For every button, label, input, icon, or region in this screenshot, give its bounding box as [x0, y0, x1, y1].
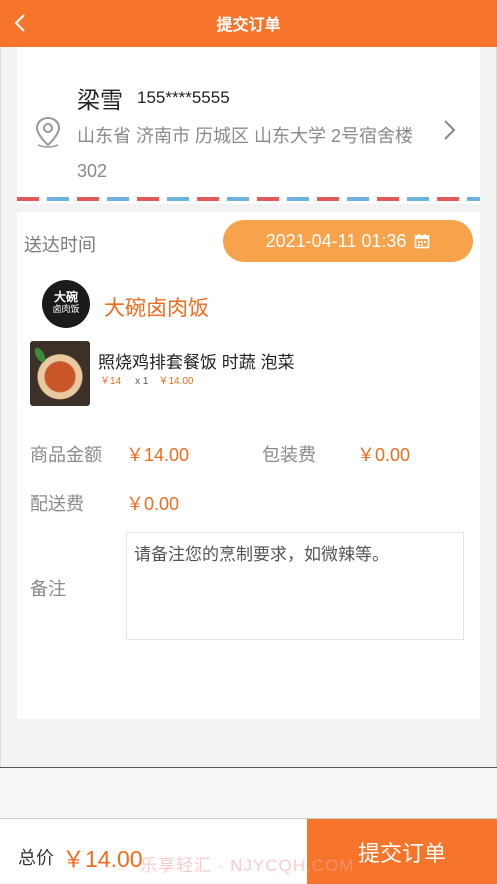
dish-quantity: x 1	[135, 376, 149, 387]
delivery-time-picker[interactable]: 2021-04-11 01:36	[223, 220, 473, 262]
calendar-icon	[414, 233, 430, 249]
delivery-time-value: 2021-04-11 01:36	[265, 230, 407, 251]
goods-amount-label: 商品金额	[30, 445, 102, 465]
spacer	[0, 768, 497, 818]
top-bar: 提交订单	[0, 0, 497, 47]
goods-amount-value: ￥14.00	[126, 445, 190, 465]
packing-fee-value: ￥0.00	[357, 445, 411, 465]
shop-name[interactable]: 大碗卤肉饭	[104, 292, 209, 322]
dish-subtotal: ￥14.00	[158, 376, 194, 387]
total-price: ￥14.00	[62, 846, 143, 872]
shop-logo-line1: 大碗	[53, 290, 78, 304]
airmail-divider	[17, 197, 480, 201]
recipient-phone: 155****5555	[137, 88, 230, 107]
delivery-fee-label: 配送费	[30, 494, 84, 514]
delivery-address: 山东省 济南市 历城区 山东大学 2号宿舍楼302	[77, 126, 414, 181]
delivery-time-label: 送达时间	[24, 235, 96, 255]
total-label: 总价	[18, 848, 54, 868]
location-pin-icon	[33, 115, 63, 154]
dish-image	[30, 341, 90, 406]
order-card: 送达时间 2021-04-11 01:36 大碗 卤肉饭 大碗卤肉饭 照烧鸡排套…	[17, 212, 480, 719]
dish-unit-price: ￥14	[100, 376, 122, 387]
packing-fee-label: 包装费	[262, 445, 316, 465]
dish-meta: ￥14 x 1 ￥14.00	[100, 372, 194, 387]
address-card[interactable]: 梁雪 155****5555 山东省 济南市 历城区 山东大学 2号宿舍楼302	[17, 47, 480, 204]
order-page: 梁雪 155****5555 山东省 济南市 历城区 山东大学 2号宿舍楼302…	[0, 47, 497, 767]
shop-logo: 大碗 卤肉饭	[42, 280, 90, 328]
recipient-name: 梁雪	[77, 87, 123, 113]
delivery-fee-value: ￥0.00	[126, 494, 180, 514]
dish-name: 照烧鸡排套餐饭 时蔬 泡菜	[98, 353, 295, 372]
page-title: 提交订单	[216, 17, 281, 34]
remark-label: 备注	[30, 579, 66, 599]
shop-logo-line2: 卤肉饭	[52, 305, 80, 315]
remark-input[interactable]	[126, 532, 464, 640]
chevron-right-icon[interactable]	[442, 119, 456, 146]
watermark: 乐享轻汇 · NJYCQH.COM	[140, 856, 355, 875]
